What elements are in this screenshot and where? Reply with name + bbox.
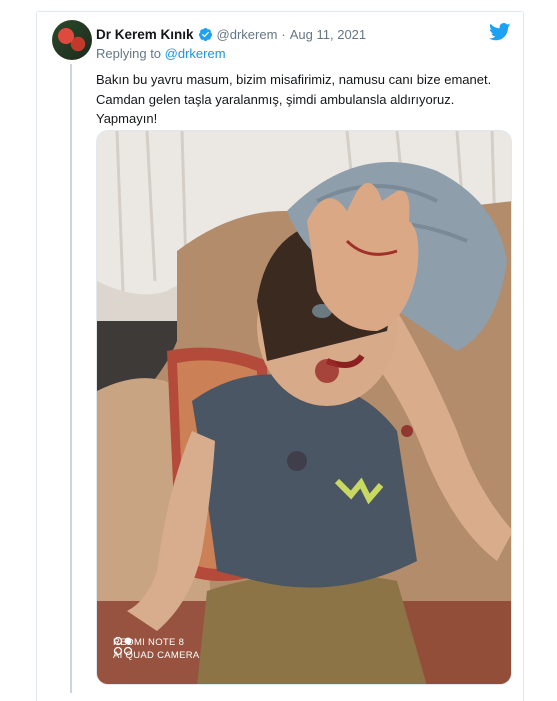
author-name[interactable]: Dr Kerem Kınık bbox=[96, 27, 194, 42]
twitter-bird-icon[interactable] bbox=[489, 23, 511, 41]
tweet-photo[interactable]: REDMI NOTE 8 AI QUAD CAMERA bbox=[96, 130, 512, 685]
tweet-text-line: Camdan gelen taşla yaralanmış, şimdi amb… bbox=[96, 91, 455, 107]
avatar[interactable] bbox=[52, 20, 92, 60]
tweet-text-line: Bakın bu yavru masum, bizim misafirimiz,… bbox=[96, 72, 492, 87]
separator-dot: · bbox=[281, 26, 286, 42]
verified-badge-icon bbox=[198, 27, 212, 41]
tweet-header: Dr Kerem Kınık @drkerem · Aug 11, 2021 bbox=[96, 25, 366, 43]
reply-prefix: Replying to bbox=[96, 46, 162, 61]
reply-mention-link[interactable]: @drkerem bbox=[165, 46, 226, 61]
thread-line bbox=[70, 64, 72, 693]
tweet-text: Bakın bu yavru masum, bizim misafirimiz,… bbox=[96, 70, 508, 129]
tweet-date[interactable]: Aug 11, 2021 bbox=[290, 27, 366, 42]
tweet-text-line: Yapmayın! bbox=[96, 111, 158, 126]
camera-lens-icon bbox=[113, 636, 133, 656]
replying-to: Replying to @drkerem bbox=[96, 46, 226, 61]
author-handle[interactable]: @drkerem bbox=[217, 27, 278, 42]
photo-illustration bbox=[97, 131, 511, 684]
camera-watermark: REDMI NOTE 8 AI QUAD CAMERA bbox=[113, 636, 200, 662]
